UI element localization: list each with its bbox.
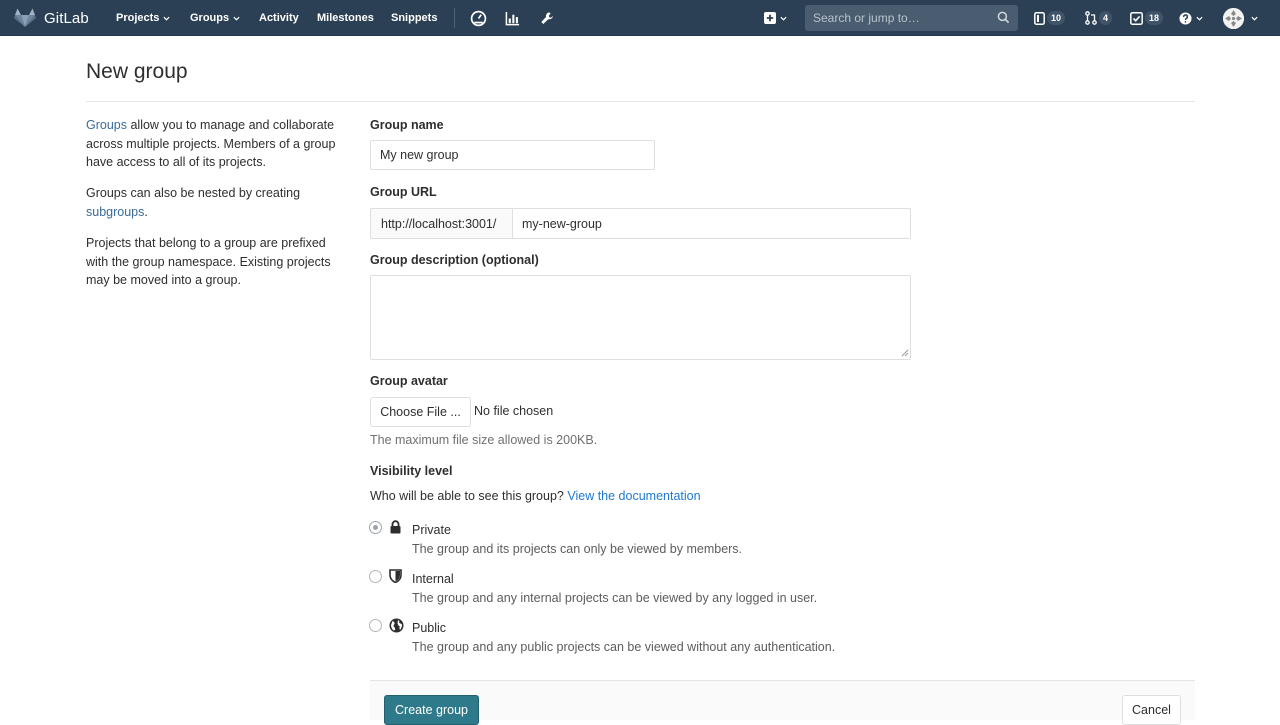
create-group-button[interactable]: Create group xyxy=(384,695,479,725)
visibility-internal-description: The group and any internal projects can … xyxy=(412,591,818,605)
header-divider xyxy=(86,101,1195,102)
merge-requests-counter-link[interactable]: 4 xyxy=(1085,0,1113,36)
gitlab-home-link[interactable]: GitLab xyxy=(14,0,89,36)
group-description-label: Group description (optional) xyxy=(370,253,539,267)
nav-divider xyxy=(454,8,455,28)
nav-groups-label: Groups xyxy=(190,12,230,24)
chevron-down-icon xyxy=(1196,16,1203,21)
visibility-question: Who will be able to see this group? View… xyxy=(370,489,701,503)
choose-file-button[interactable]: Choose File ... xyxy=(370,397,471,427)
settings-wrench-button[interactable] xyxy=(540,0,554,36)
visibility-private-radio[interactable] xyxy=(369,521,382,534)
issues-counter-link[interactable]: 10 xyxy=(1034,0,1066,36)
lock-icon xyxy=(390,520,401,534)
no-file-chosen-text: No file chosen xyxy=(474,404,554,418)
shield-icon xyxy=(389,569,402,583)
nav-projects-dropdown[interactable]: Projects xyxy=(116,0,170,36)
subgroups-help-link[interactable]: subgroups xyxy=(86,205,144,219)
merge-request-icon xyxy=(1085,11,1097,25)
subgroups-period: . xyxy=(144,204,148,219)
subgroups-body: Groups can also be nested by creating xyxy=(86,186,301,200)
chevron-down-icon xyxy=(163,16,170,21)
visibility-private-description: The group and its projects can only be v… xyxy=(412,542,743,556)
nav-groups-dropdown[interactable]: Groups xyxy=(190,0,240,36)
new-item-dropdown[interactable] xyxy=(764,0,787,36)
nav-activity-link[interactable]: Activity xyxy=(259,0,299,36)
wrench-icon xyxy=(541,11,553,24)
subgroups-text: Groups can also be nested by creating su… xyxy=(86,184,348,221)
top-navbar: GitLab Projects Groups Activity Mileston… xyxy=(0,0,1280,36)
nav-activity-label: Activity xyxy=(259,12,299,24)
resize-grip-icon[interactable] xyxy=(901,349,909,357)
view-documentation-link[interactable]: View the documentation xyxy=(567,489,700,503)
nav-projects-label: Projects xyxy=(116,12,160,24)
cancel-button[interactable]: Cancel xyxy=(1122,695,1181,725)
group-avatar-label: Group avatar xyxy=(370,374,448,388)
form-actions-bar xyxy=(370,680,1195,720)
group-path-input[interactable] xyxy=(512,208,911,239)
group-name-label: Group name xyxy=(370,118,444,132)
nav-milestones-label: Milestones xyxy=(317,12,374,24)
chevron-down-icon xyxy=(780,16,787,21)
todos-count-badge: 18 xyxy=(1145,11,1164,25)
visibility-public-title[interactable]: Public xyxy=(412,621,446,635)
visibility-internal-title[interactable]: Internal xyxy=(412,572,454,586)
analytics-button[interactable] xyxy=(505,0,520,36)
group-name-input[interactable] xyxy=(370,140,655,170)
question-circle-icon xyxy=(1179,11,1192,25)
chevron-down-icon xyxy=(233,16,240,21)
globe-icon xyxy=(389,618,404,633)
avatar-size-help: The maximum file size allowed is 200KB. xyxy=(370,433,598,447)
groups-intro-text: Groups allow you to manage and collabora… xyxy=(86,116,348,172)
chevron-down-icon xyxy=(1251,16,1258,21)
visibility-public-description: The group and any public projects can be… xyxy=(412,640,836,654)
group-description-textarea[interactable] xyxy=(370,275,911,360)
nav-milestones-link[interactable]: Milestones xyxy=(317,0,374,36)
avatar xyxy=(1223,8,1244,29)
visibility-level-label: Visibility level xyxy=(370,464,453,478)
namespace-text: Projects that belong to a group are pref… xyxy=(86,236,331,288)
merge-requests-count-badge: 4 xyxy=(1099,11,1113,25)
page-title: New group xyxy=(86,60,188,83)
issues-count-badge: 10 xyxy=(1047,11,1066,25)
todos-counter-link[interactable]: 18 xyxy=(1130,0,1164,36)
help-dropdown[interactable] xyxy=(1179,0,1203,36)
admin-area-button[interactable] xyxy=(470,0,487,36)
plus-square-icon xyxy=(764,12,776,24)
brand-name: GitLab xyxy=(44,9,89,27)
search-icon xyxy=(997,11,1010,24)
groups-help-link[interactable]: Groups xyxy=(86,118,127,132)
user-avatar-dropdown[interactable] xyxy=(1223,8,1244,29)
dashboard-gauge-icon xyxy=(470,10,487,26)
group-url-label: Group URL xyxy=(370,185,437,199)
issues-icon xyxy=(1034,11,1045,25)
visibility-public-radio[interactable] xyxy=(369,619,382,632)
search-box[interactable] xyxy=(805,5,1018,31)
search-input[interactable] xyxy=(813,11,993,25)
visibility-question-text: Who will be able to see this group? xyxy=(370,489,564,503)
nav-snippets-label: Snippets xyxy=(391,12,438,24)
visibility-private-title[interactable]: Private xyxy=(412,523,451,537)
group-url-prefix: http://localhost:3001/ xyxy=(370,208,513,239)
visibility-internal-radio[interactable] xyxy=(369,570,382,583)
bar-chart-icon xyxy=(505,11,520,25)
nav-snippets-link[interactable]: Snippets xyxy=(391,0,437,36)
gitlab-logo-icon xyxy=(14,8,36,27)
todo-check-icon xyxy=(1130,11,1143,25)
